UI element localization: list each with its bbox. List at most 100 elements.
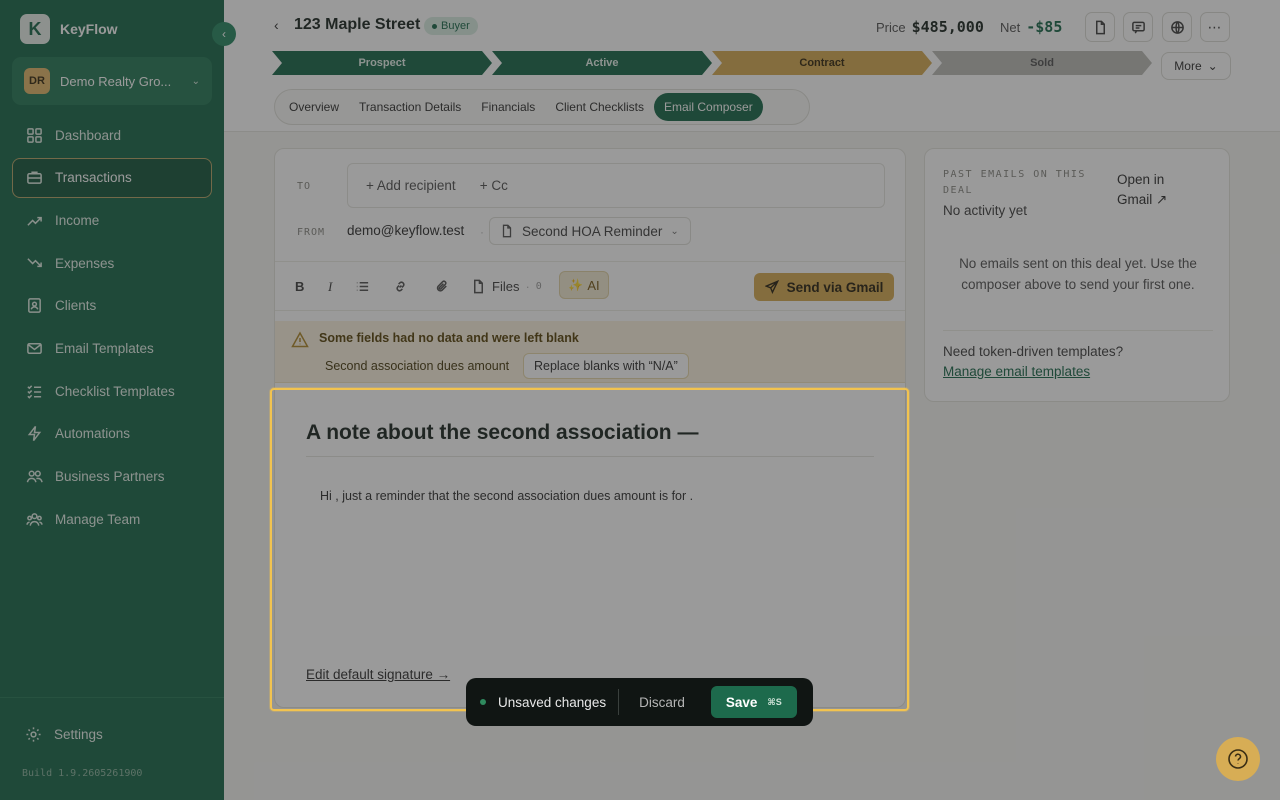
grid-icon xyxy=(25,126,43,144)
more-options-button[interactable]: ⋯ xyxy=(1200,12,1230,42)
briefcase-icon xyxy=(25,169,43,187)
tab-overview[interactable]: Overview xyxy=(279,93,349,121)
sidebar-item-transactions[interactable]: Transactions xyxy=(12,157,212,198)
envelope-icon xyxy=(25,339,43,357)
sidebar-item-email-templates[interactable]: Email Templates xyxy=(12,328,212,368)
status-badge: Buyer xyxy=(424,17,478,35)
document-icon xyxy=(502,224,512,238)
net-label: Net xyxy=(1000,20,1021,35)
sidebar-item-income[interactable]: Income xyxy=(12,200,212,240)
tab-client-checklists[interactable]: Client Checklists xyxy=(545,93,654,121)
contact-card-icon xyxy=(25,297,43,315)
edit-signature-link[interactable]: Edit default signature → xyxy=(306,667,450,682)
more-dropdown[interactable]: More ⌄ xyxy=(1161,52,1231,80)
org-avatar: DR xyxy=(24,68,50,94)
italic-button[interactable]: I xyxy=(328,279,332,295)
add-cc-button[interactable]: + Cc xyxy=(480,178,508,193)
help-icon xyxy=(1228,749,1248,769)
message-icon xyxy=(1131,21,1145,34)
collapse-sidebar-button[interactable]: ‹ xyxy=(212,22,236,46)
net-value: -$85 xyxy=(1026,18,1063,36)
replace-blanks-button[interactable]: Replace blanks with “N/A” xyxy=(523,353,689,379)
templates-question: Need token-driven templates? xyxy=(943,344,1124,359)
email-body[interactable]: Hi , just a reminder that the second ass… xyxy=(320,489,693,503)
sidebar-item-dashboard[interactable]: Dashboard xyxy=(12,115,212,155)
back-button[interactable]: ‹ xyxy=(274,17,279,33)
unsaved-changes-bar: Unsaved changes Discard Save ⌘S xyxy=(466,678,813,726)
unsaved-status: Unsaved changes xyxy=(498,694,607,710)
past-emails-label: PAST EMAILS ON THIS DEAL xyxy=(943,169,1086,196)
open-gmail-label: Open in Gmail ↗ xyxy=(1117,172,1168,207)
list-icon xyxy=(356,282,369,291)
list-button[interactable] xyxy=(355,279,370,294)
brand-name: KeyFlow xyxy=(60,21,118,37)
globe-icon xyxy=(1170,20,1184,34)
sidebar-item-label: Business Partners xyxy=(55,469,165,484)
price-summary: Price $485,000 xyxy=(876,18,984,36)
save-button[interactable]: Save ⌘S xyxy=(710,686,797,718)
sidebar-item-expenses[interactable]: Expenses xyxy=(12,243,212,283)
notes-button[interactable] xyxy=(1123,12,1153,42)
sidebar-item-label: Manage Team xyxy=(55,511,141,527)
sidebar-item-label: Dashboard xyxy=(55,127,122,143)
missing-fields-warning: Some fields had no data and were left bl… xyxy=(275,321,905,383)
stage-sold[interactable]: Sold xyxy=(932,51,1152,75)
sidebar-item-label: Expenses xyxy=(55,255,115,271)
org-switcher[interactable]: DR Demo Realty Gro... ⌄ xyxy=(12,57,212,105)
help-button[interactable] xyxy=(1216,737,1260,781)
manage-templates-link[interactable]: Manage email templates xyxy=(943,364,1090,379)
link-button[interactable] xyxy=(393,279,408,294)
sidebar-item-automations[interactable]: Automations xyxy=(12,414,212,454)
sidebar-item-label: Checklist Templates xyxy=(55,383,175,399)
badge-label: Buyer xyxy=(441,20,470,32)
files-button[interactable]: Files · 0 xyxy=(471,279,542,294)
stage-contract[interactable]: Contract xyxy=(712,51,932,75)
discard-button[interactable]: Discard xyxy=(639,695,685,710)
send-via-gmail-button[interactable]: Send via Gmail xyxy=(754,273,894,301)
tab-transaction-details[interactable]: Transaction Details xyxy=(349,93,471,121)
add-recipient-button[interactable]: + Add recipient xyxy=(366,178,456,193)
recipient-field[interactable]: + Add recipient + Cc xyxy=(347,163,885,208)
stage-active[interactable]: Active xyxy=(492,51,712,75)
email-composer: TO + Add recipient + Cc FROM demo@keyflo… xyxy=(274,148,906,708)
from-label: FROM xyxy=(297,227,326,238)
sidebar-item-clients[interactable]: Clients xyxy=(12,286,212,326)
stage-prospect[interactable]: Prospect xyxy=(272,51,492,75)
email-subject[interactable]: A note about the second association — xyxy=(306,421,698,445)
sidebar-item-business-partners[interactable]: Business Partners xyxy=(12,457,212,497)
tab-email-composer[interactable]: Email Composer xyxy=(654,93,763,121)
send-label: Send via Gmail xyxy=(786,279,884,295)
document-button[interactable] xyxy=(1085,12,1115,42)
sidebar: K KeyFlow DR Demo Realty Gro... ⌄ Dashbo… xyxy=(0,0,224,800)
chevron-left-icon: ‹ xyxy=(274,17,279,33)
from-address: demo@keyflow.test xyxy=(347,223,465,238)
missing-field-chip: Second association dues amount xyxy=(325,359,510,373)
save-shortcut: ⌘S xyxy=(767,696,782,707)
sidebar-item-label: Email Templates xyxy=(55,340,154,356)
template-select[interactable]: Second HOA Reminder ⌄ xyxy=(489,217,691,245)
empty-state-message: No emails sent on this deal yet. Use the… xyxy=(959,256,1197,292)
chevron-down-icon: ⌄ xyxy=(670,225,679,237)
sidebar-item-settings[interactable]: Settings xyxy=(24,725,103,743)
settings-label: Settings xyxy=(54,726,103,742)
sidebar-item-manage-team[interactable]: Manage Team xyxy=(12,499,212,539)
savebar-divider xyxy=(618,689,620,715)
tab-financials[interactable]: Financials xyxy=(471,93,545,121)
ai-button[interactable]: ✨ AI xyxy=(559,271,609,299)
to-label: TO xyxy=(297,181,312,192)
org-name: Demo Realty Gro... xyxy=(60,73,172,89)
website-button[interactable] xyxy=(1162,12,1192,42)
bold-icon: B xyxy=(295,279,305,294)
document-icon xyxy=(1095,20,1105,34)
separator-dot: · xyxy=(480,225,484,239)
attach-button[interactable] xyxy=(435,279,450,294)
past-emails-status: No activity yet xyxy=(943,203,1028,218)
chevron-left-icon: ‹ xyxy=(222,27,226,41)
open-in-gmail-link[interactable]: Open in Gmail ↗ xyxy=(1117,170,1197,210)
chevron-down-icon: ⌄ xyxy=(1207,59,1218,73)
sidebar-item-checklist-templates[interactable]: Checklist Templates xyxy=(12,371,212,411)
bold-button[interactable]: B xyxy=(295,279,304,294)
chevron-down-icon: ⌄ xyxy=(191,75,200,87)
ellipsis-icon: ⋯ xyxy=(1207,18,1223,35)
brand[interactable]: K KeyFlow xyxy=(20,14,118,44)
